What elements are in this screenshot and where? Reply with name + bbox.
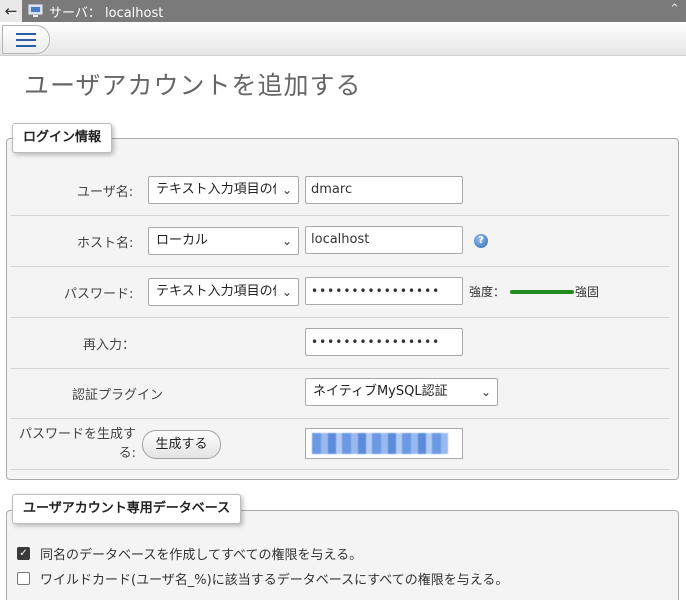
hostname-label: ホスト名:: [77, 236, 134, 251]
hostname-type-select[interactable]: ローカル ⌄: [148, 227, 299, 255]
retype-label: 再入力：: [83, 338, 136, 353]
chevron-down-icon: ⌄: [281, 234, 292, 248]
auth-plugin-value: ネイティブMySQL認証: [313, 384, 448, 399]
redacted-password: [312, 433, 448, 454]
username-input[interactable]: dmarc: [305, 176, 463, 204]
server-title[interactable]: サーバ： localhost: [49, 2, 163, 21]
server-breadcrumb-bar: ← サーバ： localhost ⌃: [0, 0, 686, 22]
chevron-down-icon: ⌄: [480, 385, 491, 399]
username-type-select[interactable]: テキスト入力項目の値 ⌄: [148, 176, 299, 204]
retype-password-input[interactable]: ••••••••••••••••: [305, 328, 463, 356]
arrow-left-icon[interactable]: ←: [0, 0, 22, 22]
username-type-value: テキスト入力項目の値: [156, 182, 276, 197]
hostname-type-value: ローカル: [156, 233, 209, 248]
checkbox-checked[interactable]: ✓: [17, 547, 30, 560]
username-label: ユーザ名:: [77, 185, 134, 200]
password-label: パスワード:: [64, 287, 134, 302]
double-chevron-up-icon[interactable]: ⌃: [669, 2, 680, 17]
page-title: ユーザアカウントを追加する: [24, 71, 362, 100]
password-strength-meter: [510, 290, 574, 294]
chevron-down-icon: ⌄: [281, 183, 292, 197]
password-type-value: テキスト入力項目の値: [156, 284, 276, 299]
create-db-option-label: 同名のデータベースを作成してすべての権限を与える。: [40, 548, 363, 563]
password-type-select[interactable]: テキスト入力項目の値 ⌄: [148, 278, 299, 306]
auth-plugin-label: 認証プラグイン: [72, 388, 164, 403]
generate-label-line1: パスワードを生成す: [18, 427, 136, 442]
auth-plugin-select[interactable]: ネイティブMySQL認証 ⌄: [305, 378, 498, 406]
strength-fill: [510, 290, 574, 294]
generate-password-label: パスワードを生成す る:: [12, 425, 136, 463]
login-info-legend: ログイン情報: [12, 123, 113, 153]
user-database-legend: ユーザアカウント専用データベース: [12, 494, 242, 524]
server-icon: [28, 4, 43, 17]
hamburger-menu-icon[interactable]: [2, 25, 50, 54]
hostname-input[interactable]: localhost: [305, 226, 463, 254]
generate-label-line2: る:: [118, 446, 136, 461]
strength-value: 強固: [575, 285, 600, 299]
wildcard-db-option-label: ワイルドカード(ユーザ名_%)に該当するデータベースにすべての権限を与える。: [40, 573, 509, 588]
generate-password-button[interactable]: 生成する: [142, 430, 221, 459]
create-db-option[interactable]: ✓ 同名のデータベースを作成してすべての権限を与える。: [17, 544, 362, 563]
chevron-down-icon: ⌄: [281, 285, 292, 299]
checkbox-unchecked[interactable]: [17, 572, 30, 585]
password-input[interactable]: ••••••••••••••••: [305, 277, 463, 305]
generated-password-field[interactable]: [305, 428, 463, 459]
help-question-icon[interactable]: ?: [474, 234, 488, 248]
strength-label: 強度：: [469, 285, 506, 299]
menu-bar: [0, 22, 686, 56]
wildcard-db-option[interactable]: ワイルドカード(ユーザ名_%)に該当するデータベースにすべての権限を与える。: [17, 569, 508, 588]
